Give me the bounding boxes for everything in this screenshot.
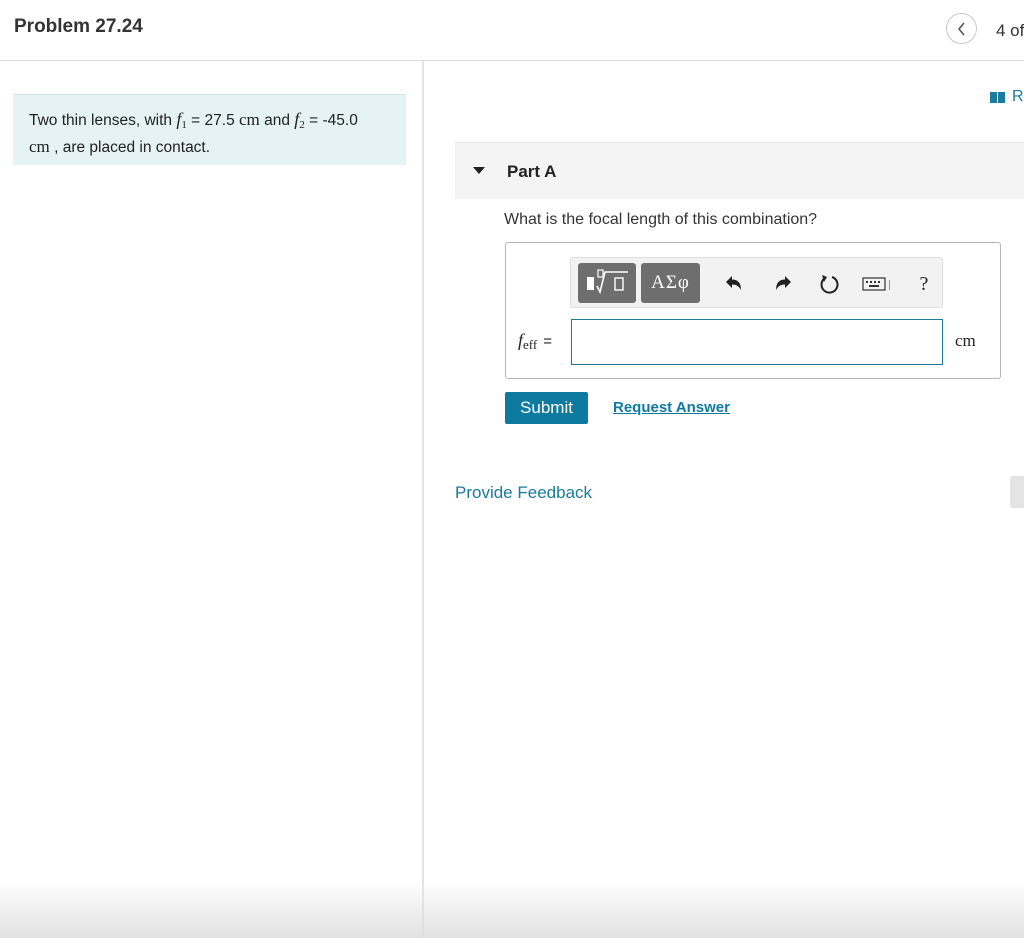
f1-value: 27.5	[204, 112, 235, 129]
f1-symbol: f1	[176, 109, 187, 131]
math-toolbar: ΑΣφ ?	[570, 257, 943, 308]
undo-icon	[726, 276, 741, 290]
question-text: What is the focal length of this combina…	[504, 211, 818, 228]
answer-input[interactable]	[571, 319, 943, 365]
f1-unit: cm	[239, 110, 260, 129]
templates-icon	[587, 269, 628, 295]
problem-counter: 4 of	[996, 21, 1024, 40]
templates-button[interactable]	[578, 263, 636, 303]
f2-symbol: f2	[294, 109, 305, 131]
part-a-header[interactable]: Part A	[455, 142, 1024, 199]
request-answer-link[interactable]: Request Answer	[613, 399, 730, 416]
greek-letters-button[interactable]: ΑΣφ	[641, 263, 700, 303]
previous-problem-button[interactable]	[946, 13, 977, 44]
undo-button[interactable]	[721, 271, 747, 297]
reset-button[interactable]	[816, 271, 842, 297]
submit-button[interactable]: Submit	[505, 392, 588, 424]
f1-equals: =	[191, 112, 201, 129]
help-button[interactable]: ?	[911, 271, 937, 297]
part-label: Part A	[507, 162, 557, 181]
f2-equals: =	[309, 112, 319, 129]
resources-link[interactable]: R	[990, 88, 1024, 106]
page-title: Problem 27.24	[14, 16, 143, 37]
reset-icon	[820, 275, 839, 294]
panel-divider	[422, 61, 424, 938]
answer-unit: cm	[955, 331, 976, 350]
keyboard-icon	[862, 277, 890, 291]
answer-variable-label: feff =	[518, 330, 552, 352]
problem-text-intro: Two thin lenses, with	[29, 112, 173, 129]
book-icon	[990, 91, 1005, 103]
caret-down-icon	[473, 167, 485, 174]
redo-icon	[776, 276, 791, 290]
problem-text-end: , are placed in contact.	[54, 139, 211, 156]
keyboard-button[interactable]	[862, 271, 894, 297]
f2-value: -45.0	[322, 112, 358, 129]
f2-unit: cm	[29, 137, 50, 156]
problem-and: and	[264, 112, 290, 129]
chevron-left-icon	[957, 21, 965, 36]
side-panel-tab[interactable]	[1010, 476, 1024, 508]
resources-label: R	[1012, 88, 1024, 105]
problem-statement: Two thin lenses, with f1 = 27.5 cm and f…	[13, 94, 406, 165]
bottom-shadow	[0, 880, 1024, 938]
provide-feedback-link[interactable]: Provide Feedback	[455, 483, 592, 503]
redo-button[interactable]	[770, 271, 796, 297]
header-bar: Problem 27.24 4 of	[0, 0, 1024, 61]
